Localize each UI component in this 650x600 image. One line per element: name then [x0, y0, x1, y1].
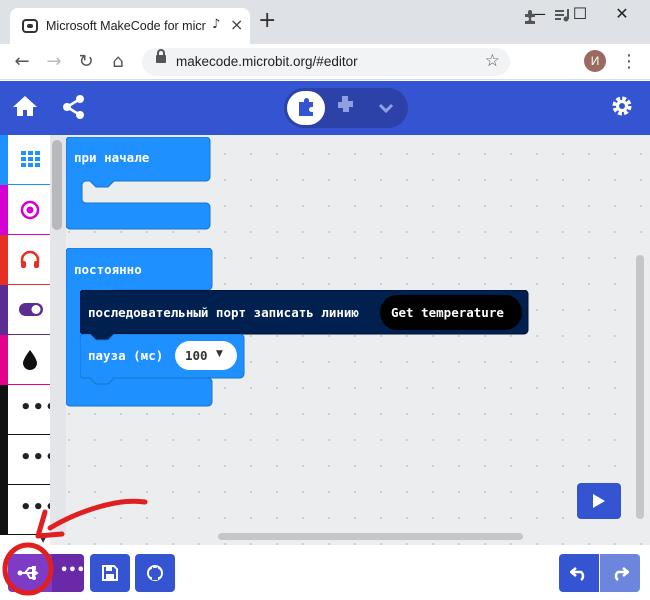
makecode-favicon-icon — [22, 19, 38, 33]
toolbox-category-more-1[interactable]: ••• — [0, 385, 57, 435]
editor-dropdown-button[interactable] — [372, 94, 400, 122]
browser-tab[interactable]: Microsoft MakeCode for micro:bit ♪ × — [10, 8, 250, 44]
on-start-label: при начале — [74, 150, 150, 165]
pause-label: пауза (мс) — [88, 348, 164, 363]
workspace-vertical-scrollbar[interactable] — [636, 255, 644, 519]
chevron-down-icon: ▼ — [216, 349, 223, 359]
simulator-play-button[interactable] — [577, 483, 621, 519]
play-icon — [593, 494, 605, 508]
bookmark-star-icon[interactable]: ☆ — [485, 51, 500, 71]
media-control-icon[interactable] — [554, 8, 572, 28]
puzzle-piece-icon — [299, 98, 313, 116]
new-tab-button[interactable]: + — [258, 10, 276, 32]
browser-menu-icon[interactable]: ⋮ — [620, 51, 638, 72]
blocks-editor-button[interactable] — [287, 91, 325, 125]
toolbox-category-basic[interactable] — [0, 135, 50, 185]
redo-button[interactable] — [600, 554, 640, 592]
grid-icon — [21, 151, 40, 167]
redo-icon — [614, 567, 629, 581]
toolbox-category-radio[interactable] — [0, 335, 50, 385]
reload-icon[interactable]: ↻ — [74, 50, 98, 74]
javascript-editor-button[interactable] — [332, 93, 362, 123]
get-temperature-label: Get temperature — [391, 305, 504, 320]
share-icon[interactable] — [62, 94, 86, 124]
radio-target-icon — [20, 200, 40, 220]
serial-write-label: последовательный порт записать линию — [88, 305, 359, 320]
toolbox-category-input[interactable] — [0, 185, 50, 235]
block-toolbox: ••• ••• ••• ▼ — [0, 135, 57, 545]
workspace-horizontal-scrollbar[interactable] — [218, 533, 523, 540]
back-arrow-icon[interactable]: ← — [10, 50, 34, 74]
headphones-icon — [20, 250, 40, 268]
undo-button[interactable] — [559, 554, 599, 592]
lock-icon — [156, 49, 166, 63]
tab-title: Microsoft MakeCode for micro:bit — [46, 19, 206, 33]
forever-label: постоянно — [74, 262, 142, 277]
pause-duration-value: 100 — [185, 348, 208, 363]
toggle-icon — [19, 303, 43, 316]
undo-icon — [570, 567, 585, 581]
extensions-puzzle-icon[interactable] — [522, 9, 538, 29]
url-text: makecode.microbit.org/#editor — [176, 54, 358, 69]
close-tab-icon[interactable]: × — [230, 15, 243, 34]
makecode-header — [0, 81, 650, 135]
chevron-down-icon — [378, 103, 394, 114]
editor-toggle — [284, 88, 408, 128]
browser-toolbar: ← → ↻ ⌂ makecode.microbit.org/#editor ☆ — [0, 44, 650, 80]
drop-icon — [23, 350, 37, 370]
audio-icon: ♪ — [212, 17, 221, 32]
gear-icon[interactable] — [610, 94, 634, 122]
browser-tab-bar: Microsoft MakeCode for micro:bit ♪ × + —… — [0, 0, 650, 44]
red-annotation-arrow — [2, 498, 148, 596]
forward-arrow-icon[interactable]: → — [42, 50, 66, 74]
puzzle-icon — [338, 96, 353, 112]
home-icon[interactable] — [12, 94, 38, 122]
toolbox-category-led[interactable] — [0, 285, 50, 335]
profile-avatar[interactable]: И — [584, 50, 606, 72]
toolbox-category-music[interactable] — [0, 235, 50, 285]
toolbox-category-more-2[interactable]: ••• — [0, 435, 57, 485]
close-window-button[interactable]: ✕ — [602, 4, 642, 23]
address-bar[interactable]: makecode.microbit.org/#editor ☆ — [142, 48, 510, 76]
toolbox-scrollbar-thumb[interactable] — [52, 140, 62, 230]
home-browser-icon[interactable]: ⌂ — [106, 50, 130, 74]
